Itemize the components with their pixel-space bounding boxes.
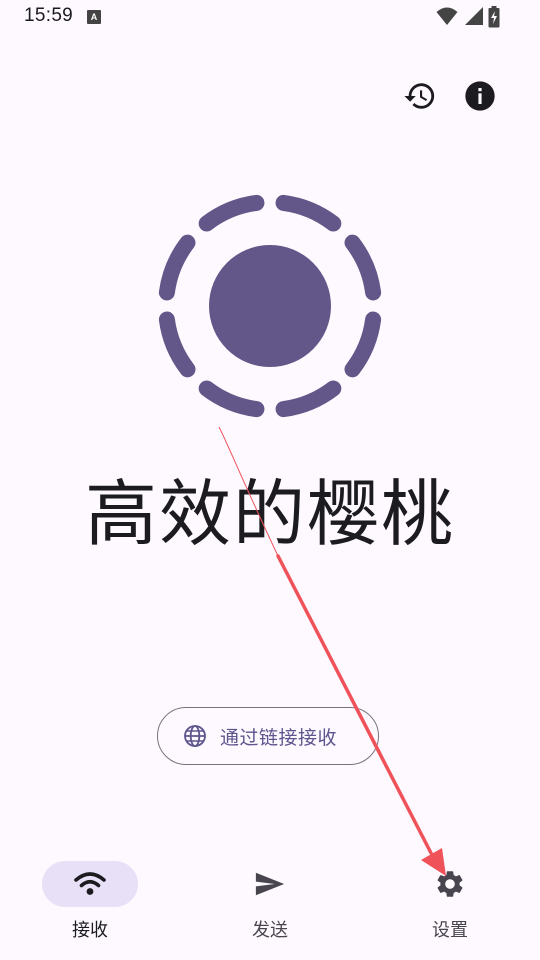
battery-charging-icon [488,6,500,28]
history-icon [404,83,435,109]
logo-dash-segment [158,311,196,378]
nav-label-send: 发送 [252,920,288,941]
logo-core [209,245,331,367]
logo-dash-segment [158,234,196,301]
notification-a-icon: A [87,10,101,24]
logo-dash-segment [275,194,342,232]
logo-dash-segment [198,194,265,232]
app-logo [158,194,382,418]
app-name: 高效的樱桃 [84,472,455,556]
info-icon [465,81,495,111]
logo-dash-segment [344,234,382,301]
status-time: 15:59 [24,5,74,26]
annotation-arrow-line [276,554,433,855]
app-screen: 15:59 A 高效的樱桃 通过链接接收 接收 发送 设置 [0,0,540,960]
history-button[interactable] [402,78,438,114]
bottom-navigation: 接收 发送 设置 [0,848,540,960]
info-button[interactable] [462,78,498,114]
globe-icon [182,723,208,749]
wifi-icon [74,868,106,900]
gear-icon [434,868,466,900]
logo-dash-segment [344,311,382,378]
nav-item-send[interactable]: 发送 [180,848,360,948]
nav-item-receive[interactable]: 接收 [0,848,180,948]
logo-dash-segment [198,380,265,418]
receive-via-link-button[interactable]: 通过链接接收 [157,707,379,765]
signal-icon [465,7,483,25]
nav-label-receive: 接收 [72,920,108,941]
status-bar: 15:59 A [0,0,540,34]
logo-dash-segment [275,380,342,418]
nav-label-settings: 设置 [432,920,468,941]
nav-item-settings[interactable]: 设置 [360,848,540,948]
send-icon [254,868,286,900]
receive-via-link-label: 通过链接接收 [220,726,338,749]
wifi-icon [436,7,458,25]
